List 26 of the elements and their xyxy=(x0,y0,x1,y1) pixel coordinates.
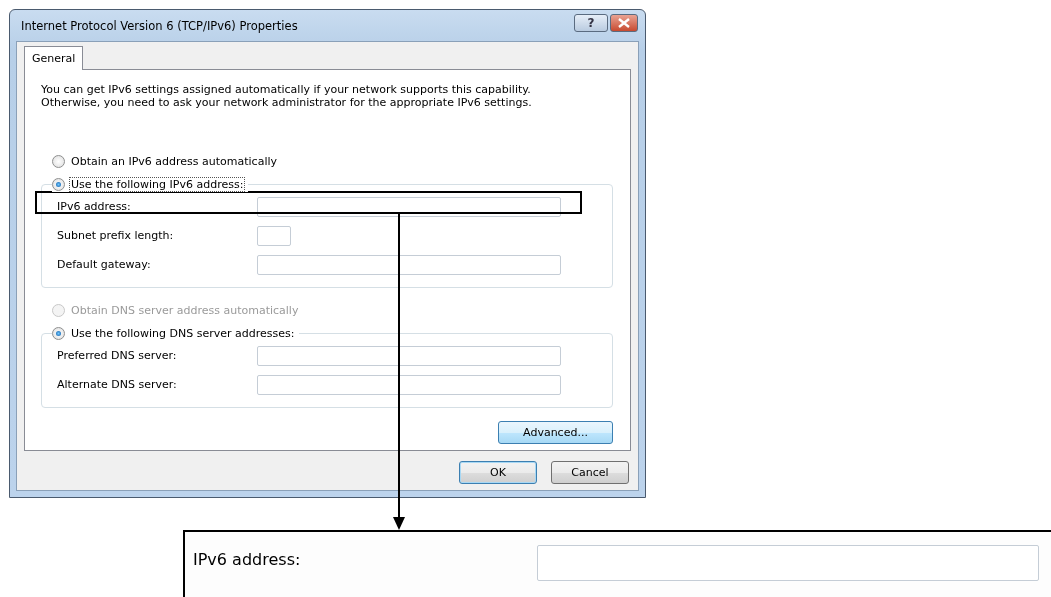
close-icon xyxy=(618,17,630,28)
description-text: You can get IPv6 settings assigned automatically if your network supports this capability. Otherwise, you need to ask your network administrator for the appropriate IPv6 settings. xyxy=(41,83,533,109)
radio-label[interactable]: Use the following DNS server addresses: xyxy=(69,325,297,341)
advanced-button[interactable]: Advanced... xyxy=(498,421,613,444)
window-title: Internet Protocol Version 6 (TCP/IPv6) Properties xyxy=(21,18,298,33)
field-label: Alternate DNS server: xyxy=(57,378,178,391)
close-button[interactable] xyxy=(610,13,638,32)
help-button[interactable]: ? xyxy=(574,13,608,32)
tab[interactable]: General xyxy=(24,46,84,70)
field-label: IPv6 address: xyxy=(57,200,132,213)
dialog-button[interactable]: OK xyxy=(459,461,537,484)
input-field[interactable] xyxy=(257,225,291,246)
radio-button[interactable] xyxy=(52,177,65,191)
radio-button[interactable] xyxy=(52,154,65,168)
radio-label[interactable]: Obtain an IPv6 address automatically xyxy=(69,153,279,169)
field-label: IPv6 address: xyxy=(193,550,301,569)
input-field[interactable] xyxy=(257,345,561,366)
field-label: Default gateway: xyxy=(57,258,152,271)
input-field[interactable] xyxy=(257,254,561,275)
field-label: Preferred DNS server: xyxy=(57,349,178,362)
input-field[interactable] xyxy=(257,374,561,395)
radio-button[interactable] xyxy=(52,326,65,340)
dialog-button[interactable]: Cancel xyxy=(551,461,629,484)
radio-label[interactable]: Use the following IPv6 address: xyxy=(69,176,246,192)
input-field[interactable] xyxy=(257,196,561,217)
field-label: Subnet prefix length: xyxy=(57,229,175,242)
